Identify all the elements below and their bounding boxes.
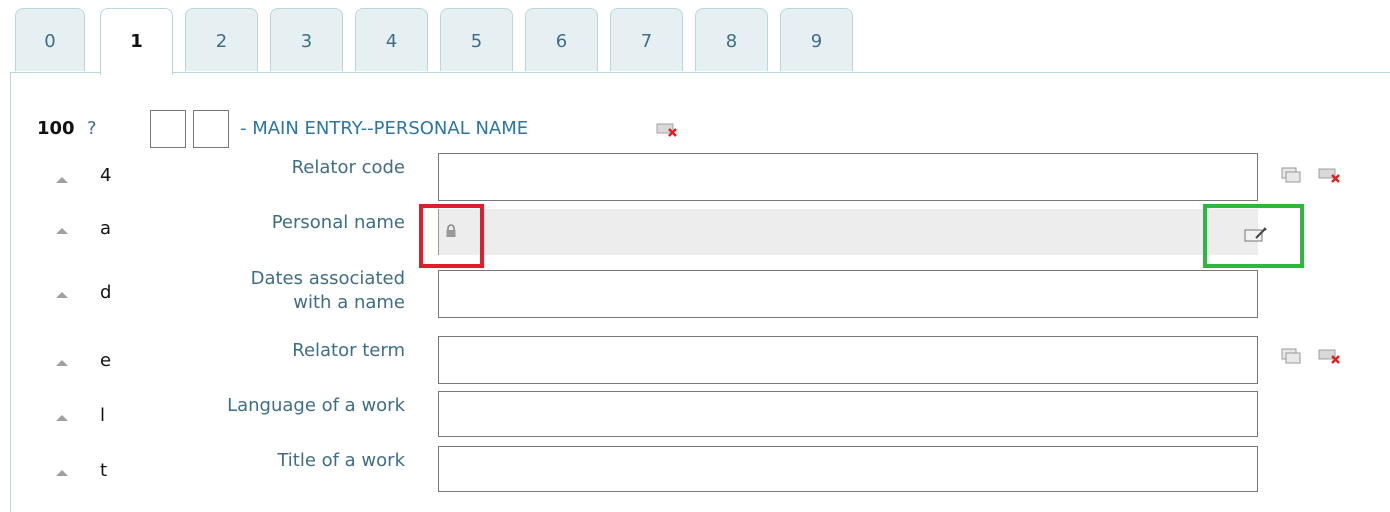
subfield-row-t: t Title of a work <box>0 443 1390 493</box>
subfield-label[interactable]: Dates associated with a name <box>251 267 405 315</box>
personal-name-locked-input <box>438 209 1258 255</box>
subfield-label[interactable]: Title of a work <box>277 449 405 473</box>
indicator-1-input[interactable] <box>150 110 186 148</box>
relator-term-input[interactable] <box>438 336 1258 384</box>
clone-subfield-icon[interactable] <box>1281 167 1303 183</box>
help-link[interactable]: ? <box>87 118 97 139</box>
language-input[interactable] <box>438 391 1258 437</box>
arrow-up-icon[interactable] <box>56 360 68 366</box>
tab-8[interactable]: 8 <box>695 8 768 71</box>
tab-5[interactable]: 5 <box>440 8 513 71</box>
subfield-label[interactable]: Language of a work <box>227 394 405 418</box>
arrow-up-icon[interactable] <box>56 415 68 421</box>
field-title: - MAIN ENTRY--PERSONAL NAME <box>240 118 529 139</box>
tab-4[interactable]: 4 <box>355 8 428 71</box>
relator-code-input[interactable] <box>438 153 1258 201</box>
subfield-code: a <box>100 218 112 239</box>
subfield-code: t <box>100 460 108 481</box>
delete-subfield-icon[interactable] <box>1318 167 1342 183</box>
tab-0[interactable]: 0 <box>15 8 85 71</box>
subfield-label[interactable]: Personal name <box>272 211 405 235</box>
subfield-row-l: l Language of a work <box>0 388 1390 438</box>
delete-subfield-icon[interactable] <box>1318 348 1342 364</box>
dates-input[interactable] <box>438 270 1258 318</box>
lock-highlight-box <box>419 204 484 268</box>
arrow-up-icon[interactable] <box>56 177 68 183</box>
clone-subfield-icon[interactable] <box>1281 348 1303 364</box>
subfield-row-a: a Personal name <box>0 205 1390 260</box>
subfield-row-d: d Dates associated with a name <box>0 263 1390 323</box>
arrow-up-icon[interactable] <box>56 470 68 476</box>
subfield-code: e <box>100 350 112 371</box>
subfield-code: d <box>100 282 112 303</box>
subfield-code: l <box>100 405 106 426</box>
tab-2[interactable]: 2 <box>185 8 258 71</box>
arrow-up-icon[interactable] <box>56 228 68 234</box>
tab-6[interactable]: 6 <box>525 8 598 71</box>
tab-9[interactable]: 9 <box>780 8 853 71</box>
title-of-work-input[interactable] <box>438 446 1258 492</box>
indicator-2-input[interactable] <box>193 110 229 148</box>
subfield-label[interactable]: Relator term <box>292 339 405 363</box>
subfield-label[interactable]: Relator code <box>292 156 405 180</box>
subfield-row-e: e Relator term <box>0 333 1390 384</box>
edit-highlight-box <box>1203 204 1304 268</box>
arrow-up-icon[interactable] <box>56 292 68 298</box>
delete-field-icon[interactable] <box>656 121 678 137</box>
tab-7[interactable]: 7 <box>610 8 683 71</box>
subfield-code: 4 <box>100 165 112 186</box>
field-tag: 100 <box>37 118 75 139</box>
tab-3[interactable]: 3 <box>270 8 343 71</box>
tab-1[interactable]: 1 <box>100 8 173 75</box>
subfield-row-4: 4 Relator code <box>0 150 1390 201</box>
